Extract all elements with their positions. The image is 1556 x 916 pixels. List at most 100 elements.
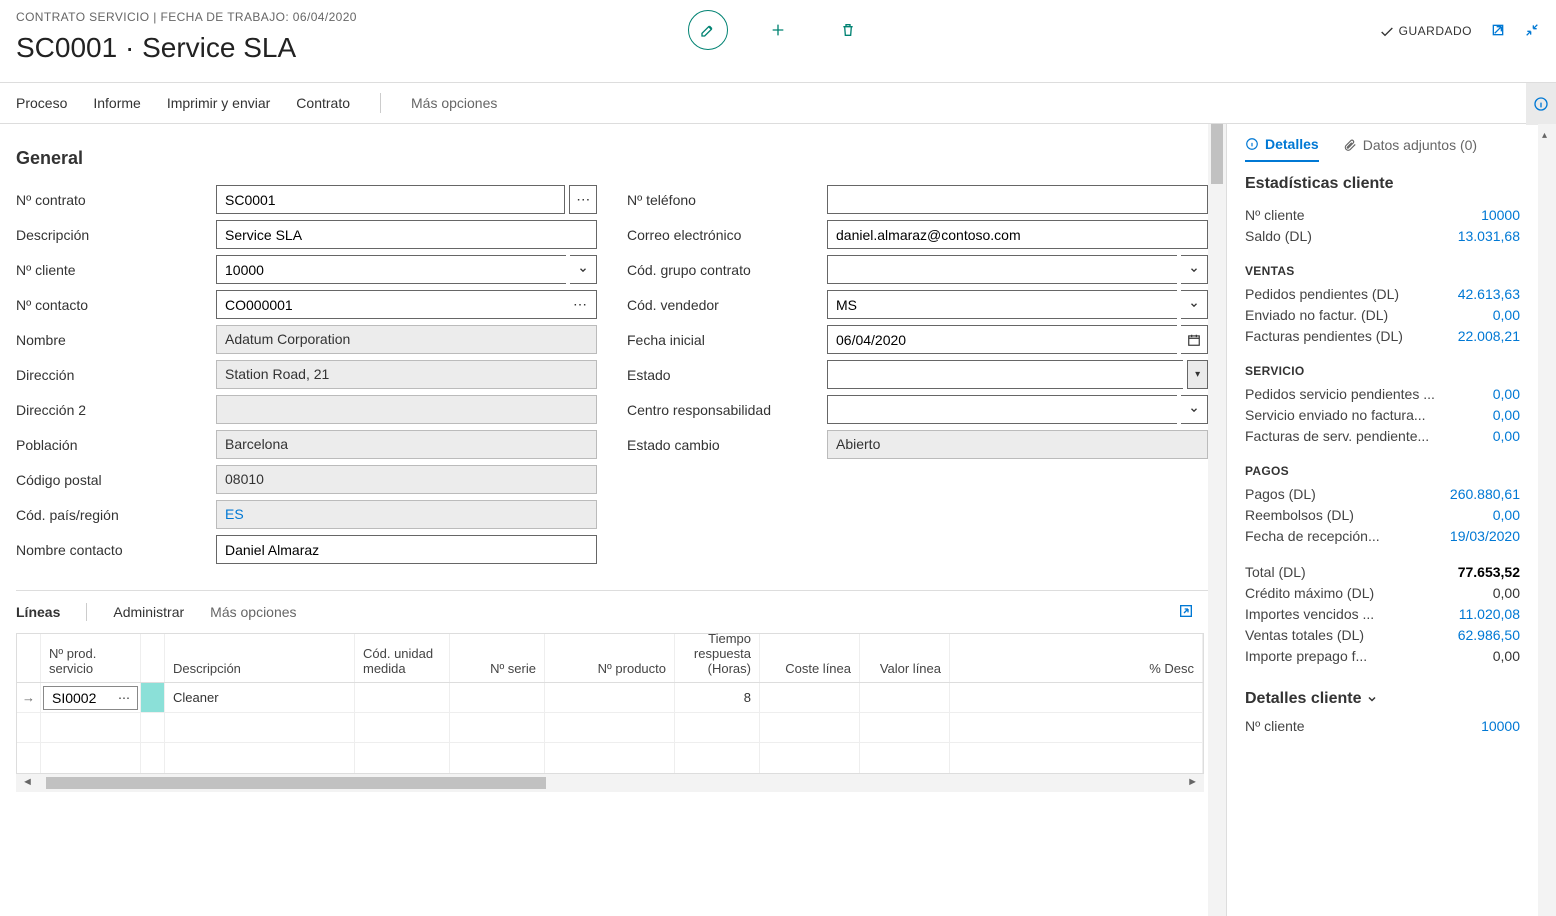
input-centro[interactable] [827, 395, 1177, 424]
edit-button[interactable] [688, 10, 728, 50]
row-indicator-icon: → [17, 683, 41, 712]
col-coste[interactable]: Coste línea [760, 634, 860, 682]
cell-descripcion[interactable]: Cleaner [165, 683, 355, 712]
new-button[interactable] [758, 10, 798, 50]
col-no-prod[interactable]: Nº prod. servicio [41, 634, 141, 682]
field-poblacion: Barcelona [216, 430, 597, 459]
cell-coste[interactable] [760, 683, 860, 712]
dropdown-no-cliente[interactable] [570, 255, 597, 284]
input-estado[interactable] [827, 360, 1183, 389]
label-vendedor: Cód. vendedor [627, 297, 723, 313]
cell-no-producto[interactable] [545, 683, 675, 712]
label-nombre-contacto: Nombre contacto [16, 542, 127, 558]
fb-credito: 0,00 [1493, 585, 1520, 601]
action-informe[interactable]: Informe [93, 95, 140, 111]
label-direccion: Dirección [16, 367, 78, 383]
action-proceso[interactable]: Proceso [16, 95, 67, 111]
label-direccion2: Dirección 2 [16, 402, 90, 418]
col-valor[interactable]: Valor línea [860, 634, 950, 682]
label-estado: Estado [627, 367, 675, 383]
info-button[interactable] [1526, 83, 1556, 125]
page-title: SC0001 · Service SLA [16, 32, 296, 64]
row-selector[interactable] [141, 683, 165, 712]
dropdown-vendedor[interactable] [1181, 290, 1208, 319]
action-imprimir[interactable]: Imprimir y enviar [167, 95, 270, 111]
fb-ventas-tot[interactable]: 62.986,50 [1458, 627, 1520, 643]
fb-facturas-pend[interactable]: 22.008,21 [1458, 328, 1520, 344]
tab-administrar[interactable]: Administrar [113, 604, 184, 620]
cell-valor[interactable] [860, 683, 950, 712]
cell-cod-unidad[interactable] [355, 683, 450, 712]
label-estado-cambio: Estado cambio [627, 437, 724, 453]
input-no-contrato[interactable] [216, 185, 565, 214]
input-no-contacto[interactable] [216, 290, 597, 319]
label-codigo-postal: Código postal [16, 472, 106, 488]
fb-no-cliente[interactable]: 10000 [1481, 207, 1520, 223]
fb-pedidos-pend[interactable]: 42.613,63 [1458, 286, 1520, 302]
dropdown-grupo[interactable] [1181, 255, 1208, 284]
fb-pagos[interactable]: 260.880,61 [1450, 486, 1520, 502]
input-correo[interactable] [827, 220, 1208, 249]
factbox-scrollbar[interactable]: ▴ [1538, 124, 1556, 916]
fb-detalles-cliente[interactable]: Detalles cliente [1245, 690, 1520, 708]
cell-tiempo[interactable]: 8 [675, 683, 760, 712]
fb-prepago: 0,00 [1493, 648, 1520, 664]
cell-no-serie[interactable] [450, 683, 545, 712]
tab-lineas[interactable]: Líneas [16, 604, 60, 620]
col-descuento[interactable]: % Desc [950, 634, 1203, 682]
input-descripcion[interactable] [216, 220, 597, 249]
fb-tab-detalles[interactable]: Detalles [1245, 136, 1319, 162]
input-grupo[interactable] [827, 255, 1177, 284]
tab-lines-more[interactable]: Más opciones [210, 604, 296, 620]
fb-enviado[interactable]: 0,00 [1493, 307, 1520, 323]
fb-vencidos[interactable]: 11.020,08 [1459, 606, 1520, 622]
field-codigo-postal: 08010 [216, 465, 597, 494]
ellipsis-no-contrato[interactable]: ⋯ [569, 185, 597, 214]
grid-scrollbar[interactable]: ◄ ► [16, 774, 1204, 792]
label-cod-pais: Cód. país/región [16, 507, 123, 523]
col-cod-unidad[interactable]: Cód. unidad medida [355, 634, 450, 682]
field-estado-cambio: Abierto [827, 430, 1208, 459]
calendar-icon[interactable] [1181, 325, 1208, 354]
col-descripcion[interactable]: Descripción [165, 634, 355, 682]
table-row[interactable]: → ⋯ Cleaner 8 [17, 683, 1203, 713]
fb-no-cliente-2[interactable]: 10000 [1481, 718, 1520, 734]
saved-indicator: GUARDADO [1379, 24, 1472, 40]
col-no-producto[interactable]: Nº producto [545, 634, 675, 682]
select-estado-icon[interactable]: ▾ [1187, 360, 1208, 389]
delete-button[interactable] [828, 10, 868, 50]
fb-ped-serv[interactable]: 0,00 [1493, 386, 1520, 402]
action-more-options[interactable]: Más opciones [411, 95, 497, 111]
input-vendedor[interactable] [827, 290, 1177, 319]
label-poblacion: Población [16, 437, 82, 453]
input-no-cliente[interactable] [216, 255, 566, 284]
col-tiempo[interactable]: Tiempo respuesta (Horas) [675, 634, 760, 682]
input-nombre-contacto[interactable] [216, 535, 597, 564]
lines-grid[interactable]: Nº prod. servicio Descripción Cód. unida… [16, 633, 1204, 774]
input-telefono[interactable] [827, 185, 1208, 214]
fb-pagos-heading: PAGOS [1245, 464, 1520, 478]
field-direccion: Station Road, 21 [216, 360, 597, 389]
collapse-icon[interactable] [1524, 22, 1540, 41]
label-telefono: Nº teléfono [627, 192, 700, 208]
fb-fact-serv[interactable]: 0,00 [1493, 428, 1520, 444]
fb-fecha-recep[interactable]: 19/03/2020 [1450, 528, 1520, 544]
fb-serv-env[interactable]: 0,00 [1493, 407, 1520, 423]
fb-reembolsos[interactable]: 0,00 [1493, 507, 1520, 523]
action-contrato[interactable]: Contrato [296, 95, 350, 111]
fb-total: 77.653,52 [1458, 564, 1520, 580]
col-no-serie[interactable]: Nº serie [450, 634, 545, 682]
input-fecha[interactable] [827, 325, 1177, 354]
label-correo: Correo electrónico [627, 227, 745, 243]
fb-saldo[interactable]: 13.031,68 [1458, 228, 1520, 244]
label-no-cliente: Nº cliente [16, 262, 80, 278]
popout-icon[interactable] [1490, 22, 1506, 41]
main-scrollbar[interactable] [1208, 124, 1226, 916]
fb-tab-adjuntos[interactable]: Datos adjuntos (0) [1343, 136, 1477, 162]
table-row-empty[interactable] [17, 743, 1203, 773]
table-row-empty[interactable] [17, 713, 1203, 743]
dropdown-centro[interactable] [1181, 395, 1208, 424]
field-cod-pais[interactable]: ES [216, 500, 597, 529]
lines-popout-icon[interactable] [1178, 603, 1194, 622]
cell-descuento[interactable] [950, 683, 1203, 712]
